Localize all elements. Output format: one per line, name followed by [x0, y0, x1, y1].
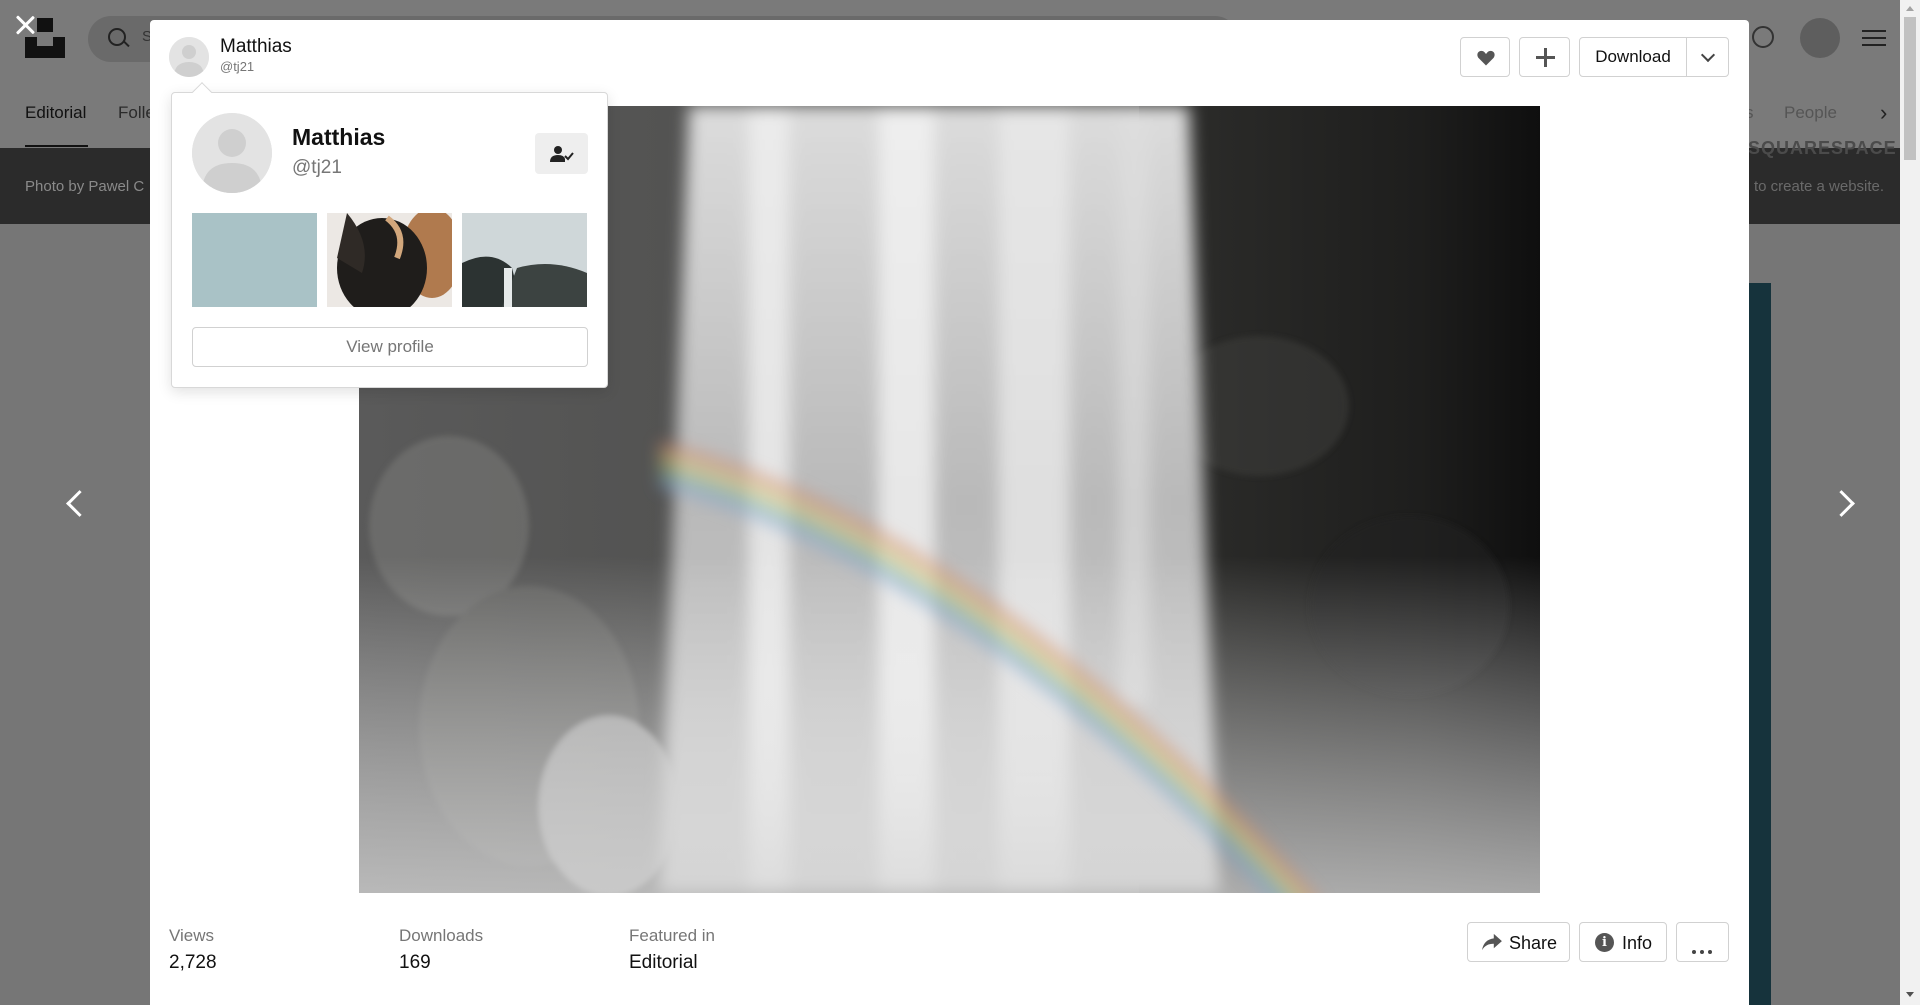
author-name[interactable]: Matthias — [220, 36, 292, 58]
banner-brand: SQUARESPACE — [1748, 138, 1897, 158]
info-button[interactable]: i Info — [1579, 922, 1667, 962]
downloads-value: 169 — [399, 952, 431, 973]
tabs-scroll-right-icon[interactable]: › — [1880, 100, 1887, 126]
card-avatar[interactable] — [192, 113, 272, 193]
share-label: Share — [1509, 933, 1558, 953]
download-button-group: Download — [1579, 37, 1729, 77]
heart-icon — [1477, 50, 1495, 66]
featured-label: Featured in — [629, 926, 715, 945]
more-options-button[interactable] — [1676, 922, 1729, 962]
user-check-icon — [550, 146, 574, 162]
follow-button[interactable] — [535, 133, 588, 174]
download-button[interactable]: Download — [1580, 38, 1687, 76]
add-to-collection-button[interactable] — [1519, 37, 1570, 77]
card-handle: @tj21 — [292, 157, 342, 178]
info-label: Info — [1622, 933, 1653, 953]
tab-editorial[interactable]: Editorial — [25, 103, 86, 123]
featured-in-stat: Featured in Editorial — [629, 926, 715, 974]
banner-credit: Photo by Pawel C — [25, 178, 145, 195]
share-icon — [1482, 933, 1502, 951]
active-tab-indicator — [25, 145, 88, 147]
share-button[interactable]: Share — [1467, 922, 1570, 962]
like-button[interactable] — [1460, 37, 1510, 77]
chevron-down-icon[interactable] — [1687, 38, 1729, 76]
scroll-up-icon[interactable] — [1906, 6, 1914, 11]
user-avatar[interactable] — [1800, 18, 1840, 58]
author-avatar[interactable] — [169, 37, 209, 77]
more-dots-icon — [1692, 941, 1716, 959]
search-icon — [108, 28, 126, 46]
profile-photo-thumbnail[interactable] — [192, 213, 317, 307]
profile-hover-card: Matthias @tj21 View profile — [171, 82, 608, 388]
previous-photo-arrow-icon[interactable] — [60, 485, 90, 521]
views-value: 2,728 — [169, 952, 217, 973]
views-stat: Views 2,728 — [169, 926, 217, 974]
card-name[interactable]: Matthias — [292, 124, 385, 151]
close-modal-button[interactable] — [10, 10, 40, 40]
profile-photo-thumbnail[interactable] — [462, 213, 587, 307]
banner-cta: to create a website. — [1754, 178, 1885, 195]
profile-photo-thumbnail[interactable] — [327, 213, 452, 307]
page-scrollbar[interactable] — [1900, 0, 1920, 1005]
author-handle[interactable]: @tj21 — [220, 59, 254, 74]
info-icon: i — [1595, 933, 1614, 952]
views-label: Views — [169, 926, 215, 945]
next-photo-arrow-icon[interactable] — [1830, 485, 1860, 521]
background-photo-edge — [1748, 283, 1771, 1005]
scroll-down-icon[interactable] — [1906, 992, 1914, 997]
notification-icon[interactable] — [1752, 26, 1774, 48]
plus-icon — [1536, 48, 1555, 67]
scrollbar-thumb[interactable] — [1904, 17, 1916, 160]
downloads-label: Downloads — [399, 926, 484, 945]
downloads-stat: Downloads 169 — [399, 926, 483, 974]
view-profile-button[interactable]: View profile — [192, 327, 588, 367]
tab-people[interactable]: People — [1784, 103, 1837, 123]
featured-link[interactable]: Editorial — [629, 952, 715, 974]
hamburger-menu-icon[interactable] — [1862, 30, 1886, 51]
